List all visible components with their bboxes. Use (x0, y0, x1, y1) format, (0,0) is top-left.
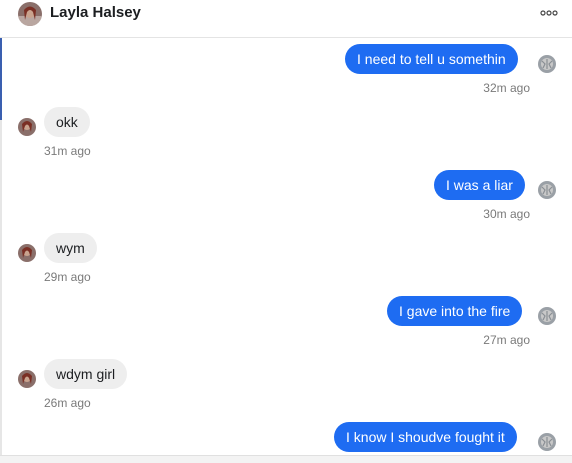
message-bubble-outgoing[interactable]: I know I shoudve fought it (334, 422, 517, 452)
message-timestamp: 30m ago (483, 207, 530, 221)
left-accent-border (0, 38, 2, 120)
contact-avatar[interactable] (18, 2, 42, 26)
message-bubble-outgoing[interactable]: I need to tell u somethin (345, 44, 518, 74)
message-bubble-incoming[interactable]: wym (44, 233, 97, 263)
contact-avatar-small (18, 118, 36, 136)
self-avatar (538, 181, 556, 199)
message-bubble-incoming[interactable]: wdym girl (44, 359, 128, 389)
chat-header: Layla Halsey (0, 0, 572, 38)
message-bubble-outgoing[interactable]: I gave into the fire (387, 296, 523, 326)
more-options-icon[interactable] (538, 4, 560, 22)
message-timestamp: 27m ago (483, 333, 530, 347)
message-timestamp: 29m ago (44, 270, 91, 284)
contact-name[interactable]: Layla Halsey (50, 4, 141, 22)
self-avatar (538, 55, 556, 73)
message-bubble-outgoing[interactable]: I was a liar (434, 170, 525, 200)
message-timestamp: 26m ago (44, 396, 91, 410)
contact-avatar-small (18, 244, 36, 262)
message-bubble-incoming[interactable]: okk (44, 107, 90, 137)
chat-window: Layla Halsey I need to tell u somethin 3… (0, 0, 572, 463)
message-timestamp: 32m ago (483, 81, 530, 95)
self-avatar (538, 433, 556, 451)
composer-divider (0, 455, 572, 463)
message-timestamp: 31m ago (44, 144, 91, 158)
contact-avatar-small (18, 370, 36, 388)
self-avatar (538, 307, 556, 325)
